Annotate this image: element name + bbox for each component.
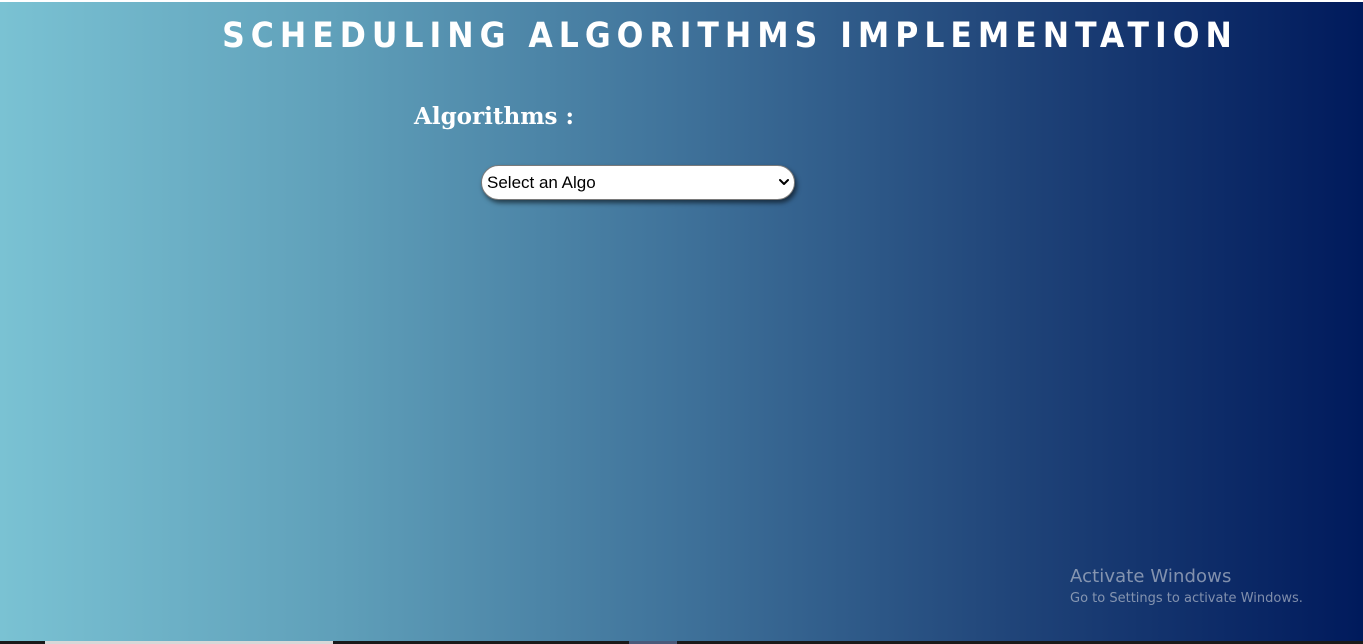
page-title: SCHEDULING ALGORITHMS IMPLEMENTATION (222, 16, 1238, 56)
watermark-subtitle: Go to Settings to activate Windows. (1070, 591, 1303, 606)
algorithm-select[interactable]: Select an Algo (482, 166, 794, 199)
activate-windows-watermark: Activate Windows Go to Settings to activ… (1070, 565, 1303, 609)
algorithm-dropdown[interactable]: Select an Algo (481, 165, 795, 200)
watermark-title: Activate Windows (1070, 566, 1232, 587)
algorithms-label: Algorithms : (414, 103, 574, 130)
top-border (0, 0, 1363, 2)
